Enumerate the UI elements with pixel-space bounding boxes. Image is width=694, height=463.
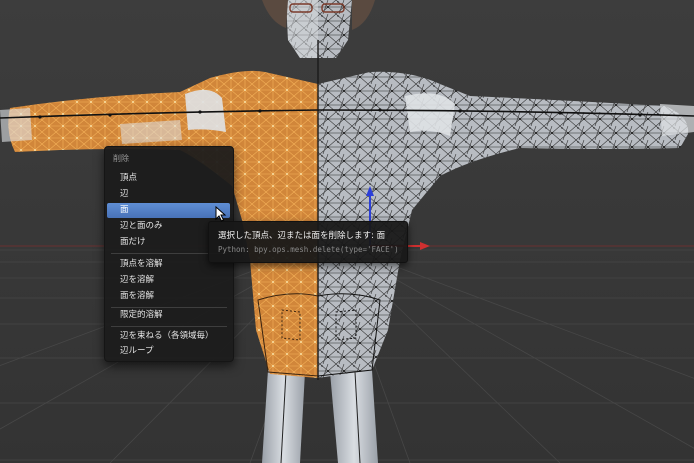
menu-item-vertices[interactable]: 頂点 bbox=[107, 171, 230, 186]
menu-item-edge-loops[interactable]: 辺ループ bbox=[107, 344, 230, 359]
menu-item-edge-collapse[interactable]: 辺を束ねる（各領域毎） bbox=[107, 329, 230, 344]
right-leg bbox=[330, 370, 378, 463]
tooltip-python: Python: bpy.ops.mesh.delete(type='FACE') bbox=[218, 245, 399, 254]
menu-title: 削除 bbox=[113, 154, 129, 163]
operator-tooltip: 選択した頂点、辺または面を削除します: 面 Python: bpy.ops.me… bbox=[208, 221, 408, 263]
3d-viewport[interactable]: 削除 頂点 辺 面 辺と面のみ 面だけ 頂点を溶解 辺を溶解 面を溶解 限定的溶… bbox=[0, 0, 694, 463]
mouse-cursor-icon bbox=[215, 206, 227, 222]
menu-item-faces[interactable]: 面 bbox=[107, 203, 230, 218]
menu-item-dissolve-faces[interactable]: 面を溶解 bbox=[107, 289, 230, 304]
tooltip-description: 選択した頂点、辺または面を削除します: 面 bbox=[218, 231, 386, 241]
menu-separator bbox=[111, 326, 227, 327]
menu-item-edges[interactable]: 辺 bbox=[107, 187, 230, 202]
menu-item-dissolve-edges[interactable]: 辺を溶解 bbox=[107, 273, 230, 288]
menu-item-limited-dissolve[interactable]: 限定的溶解 bbox=[107, 308, 230, 323]
